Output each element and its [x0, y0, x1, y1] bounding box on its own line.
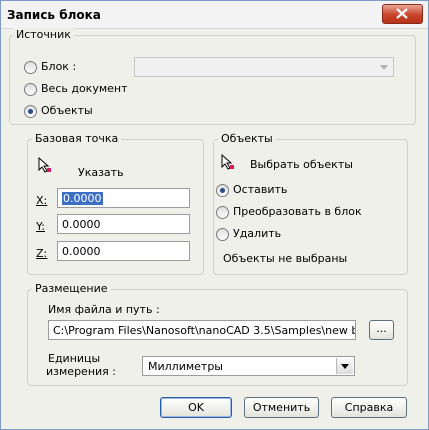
block-name-combobox	[134, 57, 394, 77]
close-button[interactable]	[382, 4, 423, 24]
units-label-line2: измерения :	[46, 365, 116, 378]
selection-status: Объекты не выбраны	[223, 252, 348, 265]
x-input-value: 0.0000	[62, 192, 103, 205]
browse-button[interactable]: ...	[369, 320, 394, 340]
objects-radio[interactable]	[24, 105, 37, 118]
close-icon	[396, 8, 408, 19]
units-dropdown-button[interactable]	[336, 358, 353, 374]
delete-radio[interactable]	[216, 228, 229, 241]
objects-radio-label: Объекты	[41, 104, 93, 117]
y-input[interactable]: 0.0000	[57, 214, 190, 234]
help-button[interactable]: Справка	[331, 397, 407, 418]
keep-label: Оставить	[233, 183, 288, 196]
chevron-down-icon	[341, 364, 349, 369]
units-label-line1: Единицы	[48, 352, 101, 365]
ok-button[interactable]: OK	[160, 397, 232, 418]
units-combobox[interactable]: Миллиметры	[142, 356, 355, 376]
units-combobox-value: Миллиметры	[148, 360, 223, 373]
chevron-down-icon	[380, 65, 388, 70]
pick-point-icon[interactable]	[38, 157, 52, 173]
title-bar[interactable]: Запись блока	[1, 1, 428, 29]
convert-to-block-label: Преобразовать в блок	[233, 205, 362, 218]
block-radio-label: Блок :	[41, 60, 77, 73]
cancel-button[interactable]: Отменить	[244, 397, 319, 418]
z-label: Z:	[36, 247, 48, 260]
whole-document-radio[interactable]	[24, 83, 37, 96]
select-objects-label[interactable]: Выбрать объекты	[250, 158, 353, 171]
x-input[interactable]: 0.0000	[57, 188, 190, 208]
delete-label: Удалить	[233, 227, 282, 240]
x-label: X:	[36, 194, 48, 207]
objects-group-title: Объекты	[218, 132, 276, 145]
source-group-title: Источник	[13, 28, 74, 41]
z-input[interactable]: 0.0000	[57, 241, 190, 261]
dialog-title: Запись блока	[7, 8, 101, 22]
select-objects-icon[interactable]	[221, 154, 235, 170]
block-radio[interactable]	[24, 61, 37, 74]
path-input[interactable]: C:\Program Files\Nanosoft\nanoCAD 3.5\Sa…	[48, 320, 356, 340]
placement-group-title: Размещение	[32, 282, 111, 295]
dialog-window: Запись блока Источник Блок : Весь докуме…	[0, 0, 429, 430]
keep-radio[interactable]	[216, 184, 229, 197]
whole-document-label: Весь документ	[41, 82, 128, 95]
y-label: Y:	[36, 220, 45, 233]
pick-point-label: Указать	[78, 166, 124, 179]
base-point-group-title: Базовая точка	[32, 132, 122, 145]
convert-to-block-radio[interactable]	[216, 206, 229, 219]
path-label: Имя файла и путь :	[48, 303, 160, 316]
